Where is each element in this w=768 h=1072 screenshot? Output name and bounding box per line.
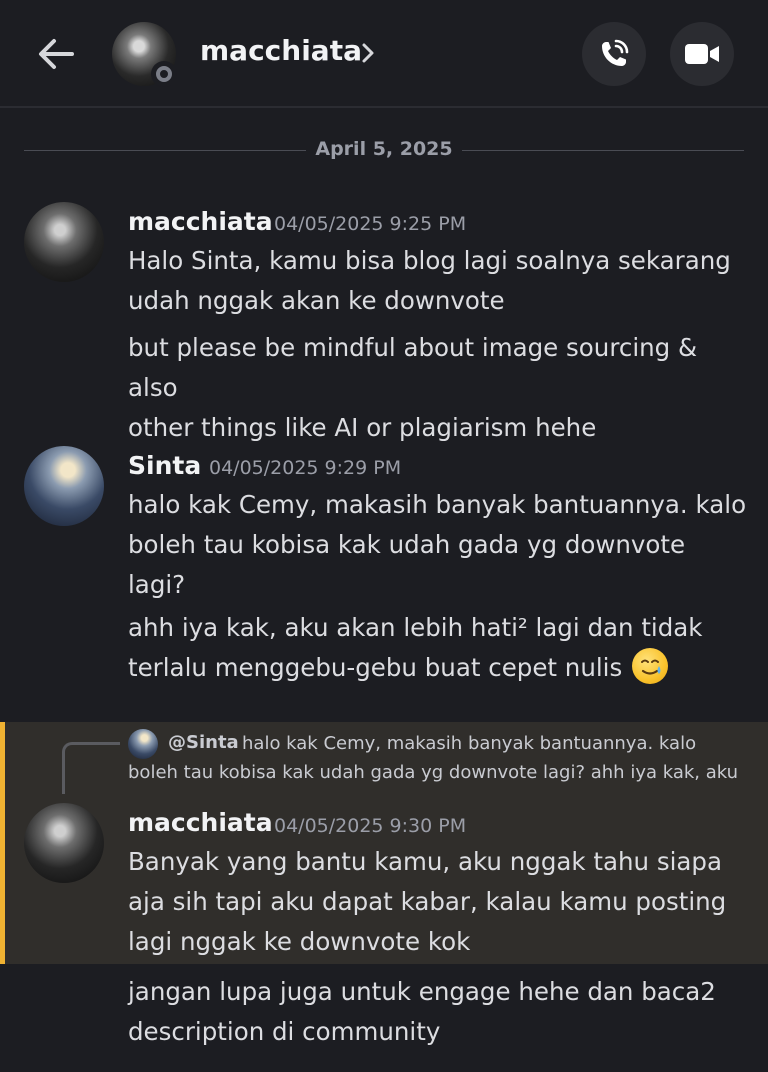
video-call-button[interactable] xyxy=(670,22,734,86)
message-text: Halo Sinta, kamu bisa blog lagi soalnya … xyxy=(128,241,748,321)
message-line: terlalu menggebu-gebu buat cepet nulis xyxy=(128,648,748,688)
video-camera-icon xyxy=(685,44,719,64)
avatar[interactable] xyxy=(24,446,104,526)
chevron-right-icon[interactable] xyxy=(360,38,378,68)
offline-status-icon xyxy=(151,61,177,87)
message-line: halo kak Cemy, makasih banyak bantuannya… xyxy=(128,490,747,519)
reply-avatar[interactable] xyxy=(128,729,158,759)
message-line: Halo Sinta, kamu bisa blog lagi soalnya … xyxy=(128,246,731,275)
reply-preview-text[interactable]: boleh tau kobisa kak udah gada yg downvo… xyxy=(128,762,738,783)
message-text: halo kak Cemy, makasih banyak bantuannya… xyxy=(128,485,748,605)
arrow-left-icon xyxy=(39,39,74,69)
message-line-text: terlalu menggebu-gebu buat cepet nulis xyxy=(128,653,623,682)
reply-preview-text[interactable]: halo kak Cemy, makasih banyak bantuannya… xyxy=(242,733,696,754)
message-timestamp: 04/05/2025 9:29 PM xyxy=(209,457,402,479)
date-label: April 5, 2025 xyxy=(315,138,453,160)
message-line: other things like AI or plagiarism hehe xyxy=(128,413,597,442)
message-line: description di community xyxy=(128,1017,441,1046)
message-line: ahh iya kak, aku akan lebih hati² lagi d… xyxy=(128,613,703,642)
message-line: aja sih tapi aku dapat kabar, kalau kamu… xyxy=(128,887,727,916)
channel-title[interactable]: macchiata xyxy=(200,34,362,67)
message-text: but please be mindful about image sourci… xyxy=(128,328,748,448)
message-line: but please be mindful about image sourci… xyxy=(128,333,698,402)
message-author[interactable]: macchiata xyxy=(128,207,273,236)
divider-line xyxy=(24,150,306,151)
message-author[interactable]: Sinta xyxy=(128,451,201,480)
divider-line xyxy=(462,150,744,151)
message-text: Banyak yang bantu kamu, aku nggak tahu s… xyxy=(128,842,748,962)
message-text: ahh iya kak, aku akan lebih hati² lagi d… xyxy=(128,608,748,688)
message-line: udah nggak akan ke downvote xyxy=(128,286,505,315)
avatar[interactable] xyxy=(24,803,104,883)
message-line: lagi nggak ke downvote kok xyxy=(128,927,471,956)
reply-spine xyxy=(62,742,120,794)
message-line: Banyak yang bantu kamu, aku nggak tahu s… xyxy=(128,847,722,876)
back-button[interactable] xyxy=(32,30,80,78)
message-timestamp: 04/05/2025 9:25 PM xyxy=(274,213,467,235)
avatar[interactable] xyxy=(24,202,104,282)
message-timestamp: 04/05/2025 9:30 PM xyxy=(274,815,467,837)
message-author[interactable]: macchiata xyxy=(128,808,273,837)
chat-header: macchiata xyxy=(0,0,768,108)
highlight-bar xyxy=(0,722,5,964)
phone-icon xyxy=(602,39,629,66)
reply-mention[interactable]: @Sinta xyxy=(168,732,239,753)
crying-smile-emoji xyxy=(632,648,669,684)
message-line: jangan lupa juga untuk engage hehe dan b… xyxy=(128,977,716,1006)
date-divider: April 5, 2025 xyxy=(24,136,744,166)
voice-call-button[interactable] xyxy=(582,22,646,86)
message-line: boleh tau kobisa kak udah gada yg downvo… xyxy=(128,530,686,599)
message-text: jangan lupa juga untuk engage hehe dan b… xyxy=(128,972,748,1052)
